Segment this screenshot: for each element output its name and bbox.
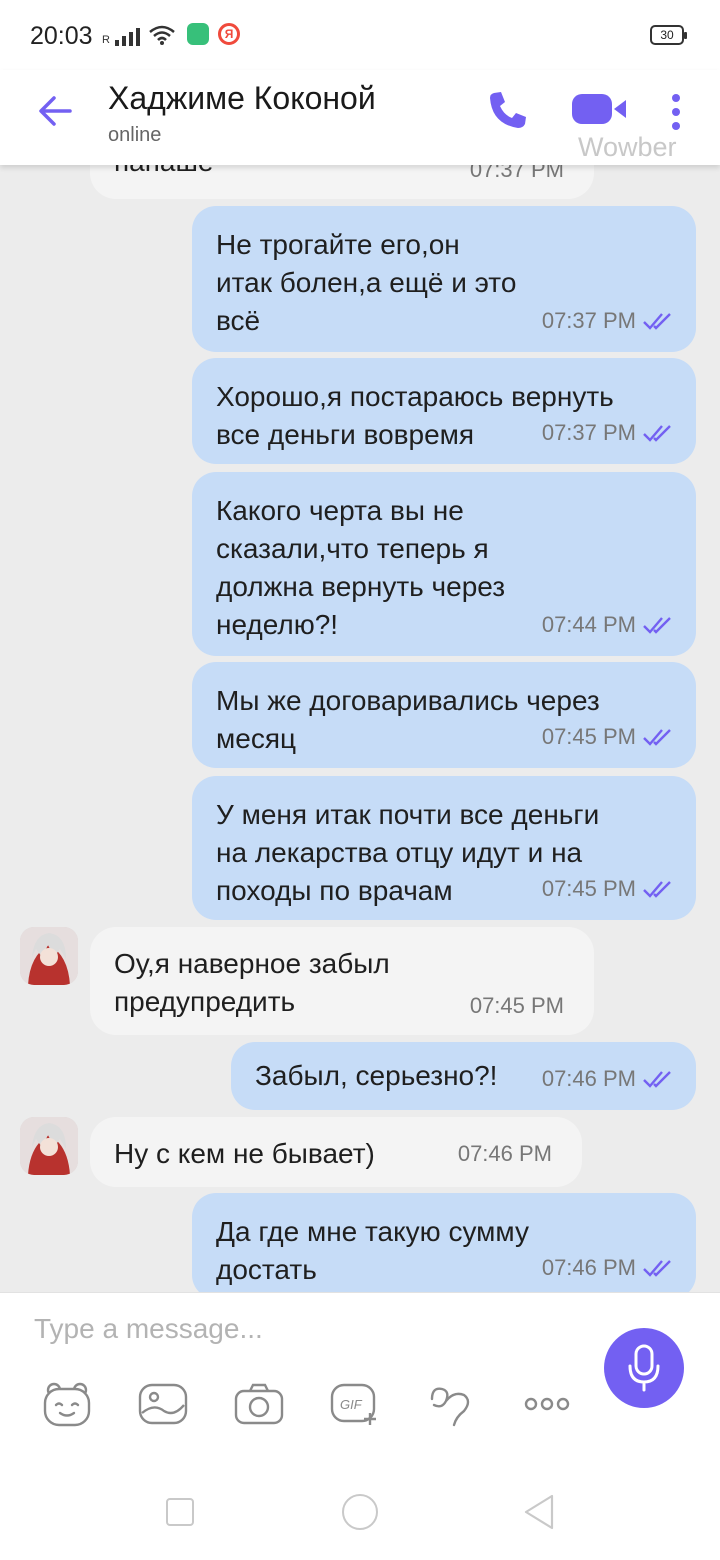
message-time: 07:37 PM bbox=[541, 308, 636, 333]
outgoing-message[interactable]: Какого черта вы не сказали,что теперь я … bbox=[192, 472, 696, 656]
contact-name[interactable]: Хаджиме Коконой bbox=[108, 80, 376, 117]
incoming-message[interactable]: Оу,я наверное забыл предупредить 07:45 P… bbox=[90, 927, 594, 1035]
back-arrow-icon[interactable] bbox=[34, 90, 76, 132]
avatar[interactable] bbox=[20, 927, 78, 985]
outgoing-message[interactable]: Мы же договаривались через месяц 07:45 P… bbox=[192, 662, 696, 768]
more-options-icon[interactable] bbox=[520, 1381, 574, 1427]
message-list[interactable]: папаше 07:37 PM Не трогайте его,он итак … bbox=[0, 165, 720, 1292]
outgoing-message[interactable]: Не трогайте его,он итак болен,а ещё и эт… bbox=[192, 206, 696, 352]
message-time: 07:46 PM bbox=[541, 1066, 636, 1091]
outgoing-message[interactable]: У меня итак почти все деньги на лекарств… bbox=[192, 776, 696, 920]
nav-back-icon[interactable] bbox=[520, 1492, 560, 1532]
home-button[interactable] bbox=[342, 1494, 378, 1530]
message-time: 07:37 PM bbox=[541, 420, 636, 445]
message-input[interactable]: Type a message... bbox=[34, 1313, 263, 1345]
voice-message-button[interactable] bbox=[604, 1328, 684, 1408]
video-call-icon[interactable] bbox=[570, 90, 630, 130]
contact-status: online bbox=[108, 124, 162, 146]
message-composer: Type a message... GIF bbox=[0, 1292, 720, 1453]
recent-apps-button[interactable] bbox=[166, 1498, 194, 1526]
message-time: 07:45 PM bbox=[541, 876, 636, 901]
signal-icon: R bbox=[102, 26, 140, 46]
message-time: 07:46 PM bbox=[541, 1255, 636, 1280]
gallery-icon[interactable] bbox=[136, 1381, 190, 1427]
message-time: 07:44 PM bbox=[541, 612, 636, 637]
wifi-icon bbox=[149, 25, 175, 45]
outgoing-message[interactable]: Хорошо,я постараюсь вернуть все деньги в… bbox=[192, 358, 696, 464]
system-nav-bar bbox=[0, 1452, 720, 1560]
read-ticks-icon bbox=[643, 313, 671, 330]
yandex-notification-icon: Я bbox=[218, 23, 240, 45]
read-ticks-icon bbox=[643, 1260, 671, 1277]
incoming-message[interactable]: папаше 07:37 PM bbox=[90, 165, 594, 199]
phone-icon[interactable] bbox=[486, 88, 530, 132]
doodle-icon[interactable] bbox=[424, 1381, 478, 1427]
avatar-image bbox=[20, 927, 78, 985]
sticker-icon[interactable] bbox=[40, 1381, 94, 1427]
message-time: 07:45 PM bbox=[469, 993, 564, 1018]
composer-toolbar: GIF bbox=[0, 1381, 600, 1431]
read-ticks-icon bbox=[643, 617, 671, 634]
more-vertical-icon[interactable] bbox=[664, 90, 688, 134]
outgoing-message[interactable]: Да где мне такую сумму достать 07:46 PM bbox=[192, 1193, 696, 1292]
signal-label: R bbox=[102, 34, 110, 46]
battery-icon: 30 bbox=[650, 25, 687, 45]
read-ticks-icon bbox=[643, 425, 671, 442]
message-time: 07:46 PM bbox=[457, 1141, 552, 1166]
read-ticks-icon bbox=[643, 1071, 671, 1088]
camera-icon[interactable] bbox=[232, 1381, 286, 1427]
avatar[interactable] bbox=[20, 1117, 78, 1175]
gif-icon[interactable]: GIF bbox=[328, 1381, 382, 1427]
notification-app-icon bbox=[187, 23, 209, 45]
status-bar: 20:03 R Я 30 bbox=[0, 0, 720, 70]
message-time: 07:37 PM bbox=[469, 165, 564, 182]
incoming-message[interactable]: Ну с кем не бывает) 07:46 PM bbox=[90, 1117, 582, 1187]
microphone-icon bbox=[628, 1344, 660, 1392]
message-time: 07:45 PM bbox=[541, 724, 636, 749]
read-ticks-icon bbox=[643, 881, 671, 898]
avatar-image bbox=[20, 1117, 78, 1175]
svg-text:GIF: GIF bbox=[340, 1397, 363, 1412]
status-time: 20:03 bbox=[30, 22, 93, 50]
chat-header: Хаджиме Коконой online Wowber bbox=[0, 70, 720, 165]
outgoing-message[interactable]: Забыл, серьезно?! 07:46 PM bbox=[231, 1042, 696, 1110]
read-ticks-icon bbox=[643, 729, 671, 746]
watermark: Wowber bbox=[578, 132, 677, 162]
